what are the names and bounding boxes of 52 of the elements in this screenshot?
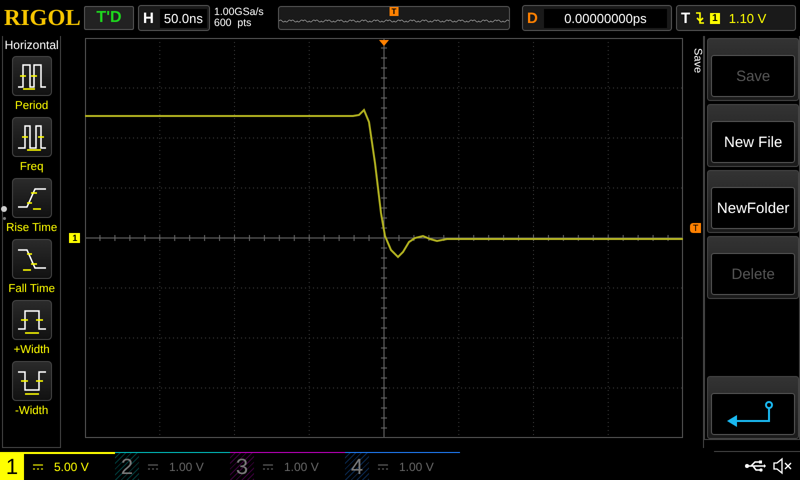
channel-number: 3 bbox=[230, 452, 254, 480]
trigger-label: T bbox=[681, 10, 690, 26]
delay-label: D bbox=[527, 10, 538, 26]
timebase-value: 50.0ns bbox=[160, 8, 207, 28]
back-button[interactable] bbox=[707, 376, 799, 439]
measure-label: Rise Time bbox=[6, 221, 58, 236]
run-status-button[interactable]: T'D bbox=[84, 6, 134, 30]
measure-button[interactable] bbox=[12, 361, 52, 401]
channel-tab[interactable]: 1 5.00 V bbox=[0, 452, 115, 480]
trigger-position-icon bbox=[379, 40, 390, 46]
measure-label: Freq bbox=[20, 160, 44, 175]
timebase-display[interactable]: H 50.0ns bbox=[138, 5, 210, 31]
channel-number: 1 bbox=[0, 453, 24, 480]
sample-rate: 1.00GSa/s bbox=[214, 7, 265, 18]
dc-coupling-icon bbox=[147, 462, 159, 470]
trigger-level-marker[interactable]: T bbox=[690, 223, 702, 233]
usb-icon bbox=[744, 459, 766, 473]
measure-label: +Width bbox=[14, 343, 50, 358]
trigger-display[interactable]: T 1 1.10 V bbox=[676, 5, 796, 31]
measure-label: Period bbox=[15, 99, 48, 114]
softkey-button[interactable]: New File bbox=[707, 104, 799, 167]
trigger-source: 1 bbox=[710, 12, 720, 24]
delay-value: 0.00000000ps bbox=[544, 8, 667, 28]
falling-edge-icon bbox=[695, 11, 706, 25]
measure-button[interactable] bbox=[12, 300, 52, 340]
channel-scale: 5.00 V bbox=[54, 460, 89, 474]
speaker-muted-icon bbox=[772, 457, 792, 475]
channel-marker[interactable]: 1 bbox=[69, 233, 80, 243]
page-dots-icon bbox=[1, 206, 7, 220]
memory-depth: 600 pts bbox=[214, 18, 252, 29]
logo: RIGOL bbox=[4, 5, 80, 31]
trigger-level: 1.10 V bbox=[728, 10, 766, 26]
measure-button[interactable] bbox=[12, 239, 52, 279]
channel-number: 2 bbox=[115, 452, 139, 480]
channel-tab[interactable]: 2 1.00 V bbox=[115, 452, 230, 480]
measure-button[interactable] bbox=[12, 117, 52, 157]
measure-label: Fall Time bbox=[8, 282, 55, 297]
trigger-position-marker: T bbox=[390, 7, 398, 16]
timebase-label: H bbox=[143, 10, 154, 26]
measure-button[interactable] bbox=[12, 56, 52, 96]
channel-scale: 1.00 V bbox=[169, 460, 204, 474]
dc-coupling-icon bbox=[262, 462, 274, 470]
dc-coupling-icon bbox=[377, 462, 389, 470]
panel-title: Horizontal bbox=[4, 38, 59, 52]
softkey-button[interactable]: NewFolder bbox=[707, 170, 799, 233]
measure-label: -Width bbox=[15, 404, 48, 419]
channel-scale: 1.00 V bbox=[284, 460, 319, 474]
channel-tab[interactable]: 3 1.00 V bbox=[230, 452, 345, 480]
delay-display[interactable]: D 0.00000000ps bbox=[522, 5, 672, 31]
channel-scale: 1.00 V bbox=[399, 460, 434, 474]
measure-button[interactable] bbox=[12, 178, 52, 218]
dc-coupling-icon bbox=[32, 463, 44, 471]
